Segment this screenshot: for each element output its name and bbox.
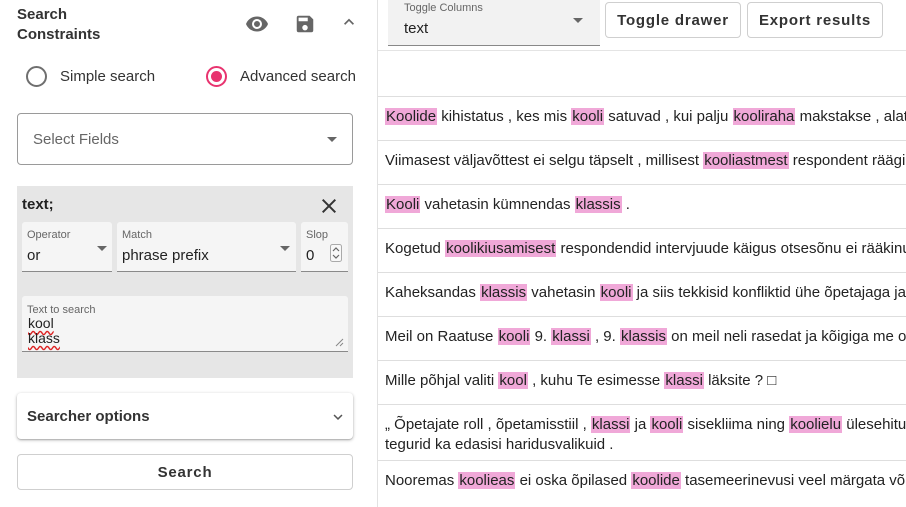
result-text: Viimasest väljavõttest ei selgu täpselt … (385, 150, 906, 171)
highlighted-term: Koolide (385, 108, 438, 125)
result-text-segment: Mille põhjal valiti (385, 372, 499, 389)
result-row[interactable]: Koolide kihistatus , kes mis kooli satuv… (378, 96, 906, 140)
result-text-segment: ülesehitus m (846, 416, 906, 433)
result-text-segment: on meil neli rasedat ja kõigiga me omav (671, 328, 906, 345)
constraint-title: text; (22, 196, 54, 213)
highlighted-term: koolielu (789, 416, 843, 433)
highlighted-term: koolide (631, 472, 681, 489)
highlighted-term: klassis (574, 196, 622, 213)
simple-search-radio[interactable]: Simple search (26, 62, 155, 90)
result-row[interactable]: Meil on Raatuse kooli 9. klassi , 9. kla… (378, 316, 906, 360)
result-text-segment: respondent räägib (788, 152, 906, 169)
highlighted-term: klassis (619, 328, 667, 345)
result-text-segment: satuvad , kui palju (604, 108, 733, 125)
result-text-segment: vahetasin (527, 284, 600, 301)
highlighted-term: kooliraha (732, 108, 796, 125)
result-text-segment: tasemeerinevusi veel märgata või vä (680, 472, 906, 489)
searcher-options-accordion[interactable]: Searcher options (17, 393, 353, 439)
eye-icon[interactable] (243, 10, 271, 38)
result-text-segment: Kogetud (385, 240, 446, 257)
highlighted-term: klassis (480, 284, 528, 301)
spinner-arrows-icon[interactable] (330, 244, 342, 262)
highlighted-term: kooli (650, 416, 684, 433)
select-fields-dropdown[interactable]: Select Fields (17, 113, 353, 165)
result-text-segment: . (621, 196, 630, 213)
result-text-segment: respondendid intervjuude käigus otsesõnu… (556, 240, 906, 257)
result-text-segment: makstakse , alates c (799, 108, 906, 125)
result-text-segment: ei oska õpilased (515, 472, 632, 489)
radio-unchecked-icon[interactable] (26, 65, 47, 87)
result-text: Kogetud koolikiusamisest respondendid in… (385, 238, 906, 259)
result-row[interactable]: Nooremas koolieas ei oska õpilased kooli… (378, 460, 906, 504)
result-row[interactable]: Mille põhjal valiti kool , kuhu Te esime… (378, 360, 906, 404)
result-text-segment: kihistatus , kes mis (437, 108, 572, 125)
result-text-segment: sisekliima ning (683, 416, 790, 433)
constraint-card: text; Operator or Match phrase prefix Sl… (17, 186, 353, 378)
close-icon[interactable] (317, 194, 341, 218)
chevron-up-icon[interactable] (335, 8, 363, 36)
result-text: Meil on Raatuse kooli 9. klassi , 9. kla… (385, 326, 906, 347)
resize-handle-icon[interactable] (335, 338, 344, 347)
toggle-drawer-button[interactable]: Toggle drawer (605, 2, 741, 38)
result-text-segment: vahetasin kümnendas (420, 196, 575, 213)
highlighted-term: koolikiusamisest (445, 240, 557, 257)
result-row[interactable]: Kaheksandas klassis vahetasin kooli ja s… (378, 272, 906, 316)
result-text-segment: , 9. (590, 328, 620, 345)
toggle-columns-select[interactable]: Toggle Columns text (388, 0, 600, 46)
search-button[interactable]: Search (17, 454, 353, 490)
highlighted-term: klassi (590, 416, 631, 433)
highlighted-term: klassi (551, 328, 591, 345)
highlighted-term: koolieas (458, 472, 516, 489)
result-row[interactable]: Viimasest väljavõttest ei selgu täpselt … (378, 140, 906, 184)
advanced-search-radio[interactable]: Advanced search (206, 62, 356, 90)
result-text-segment: läksite ? (703, 372, 768, 389)
result-row[interactable]: „ Õpetajate roll , õpetamisstiil , klass… (378, 404, 906, 460)
result-row[interactable]: Kooli vahetasin kümnendas klassis . (378, 184, 906, 228)
result-text-segment: Kaheksandas (385, 284, 481, 301)
dropdown-arrow-icon (97, 246, 107, 251)
result-text: Kooli vahetasin kümnendas klassis . (385, 194, 630, 215)
result-text: Kaheksandas klassis vahetasin kooli ja s… (385, 282, 906, 303)
highlighted-term: kooli (571, 108, 605, 125)
result-text: Mille põhjal valiti kool , kuhu Te esime… (385, 370, 776, 391)
match-select[interactable]: Match phrase prefix (117, 222, 296, 272)
operator-select[interactable]: Operator or (22, 222, 112, 272)
result-text-segment: , kuhu Te esimesse (527, 372, 665, 389)
result-text-segment: „ Õpetajate roll , õpetamisstiil , (385, 416, 591, 433)
result-text: Koolide kihistatus , kes mis kooli satuv… (385, 106, 906, 127)
search-constraints-panel: Search Constraints Simple search Advance… (0, 0, 378, 507)
highlighted-term: kooli (599, 284, 633, 301)
divider (378, 50, 906, 51)
result-text: Nooremas koolieas ei oska õpilased kooli… (385, 470, 906, 491)
dropdown-arrow-icon (280, 246, 290, 251)
result-text-segment: ja siis tekkisid konfliktid ühe õpetajag… (632, 284, 906, 301)
slop-number-input[interactable]: Slop 0 (301, 222, 348, 272)
result-text-line2: tegurid ka edasisi haridusvalikuid . (385, 436, 614, 453)
chevron-down-icon (333, 414, 343, 420)
dropdown-arrow-icon (327, 137, 337, 142)
result-text-segment: ja (630, 416, 651, 433)
highlighted-term: Kooli (385, 196, 421, 213)
result-text: „ Õpetajate roll , õpetamisstiil , klass… (385, 414, 906, 435)
save-icon[interactable] (291, 10, 319, 38)
result-text-segment: □ (767, 372, 777, 389)
dropdown-arrow-icon (573, 18, 583, 23)
highlighted-term: kooliastmest (703, 152, 789, 169)
text-to-search-textarea[interactable]: Text to search kool klass (22, 296, 348, 352)
radio-checked-icon[interactable] (206, 65, 227, 87)
highlighted-term: kool (498, 372, 528, 389)
highlighted-term: kooli (497, 328, 531, 345)
result-text-segment: Viimasest väljavõttest ei selgu täpselt … (385, 152, 704, 169)
highlighted-term: klassi (664, 372, 704, 389)
result-text-segment: Meil on Raatuse (385, 328, 498, 345)
result-text-segment: 9. (530, 328, 552, 345)
panel-title: Search Constraints (17, 6, 101, 43)
result-row[interactable]: Kogetud koolikiusamisest respondendid in… (378, 228, 906, 272)
result-text-segment: Nooremas (385, 472, 459, 489)
export-results-button[interactable]: Export results (747, 2, 883, 38)
